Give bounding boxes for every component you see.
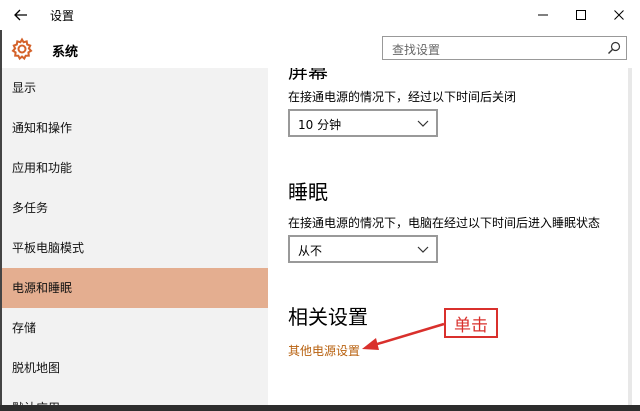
dropdown-value: 从不	[298, 244, 323, 258]
sidebar-item-label: 平板电脑模式	[12, 241, 85, 255]
sidebar-item-storage[interactable]: 存储	[0, 308, 268, 348]
click-annotation: 单击	[444, 308, 498, 338]
sidebar-item-display[interactable]: 显示	[0, 68, 268, 108]
close-button[interactable]	[604, 2, 634, 28]
sleep-heading: 睡眠	[288, 180, 328, 204]
content-pane: 屏幕 在接通电源的情况下，经过以下时间后关闭 10 分钟 睡眠 在接通电源的情况…	[268, 68, 628, 405]
maximize-button[interactable]	[566, 2, 596, 28]
annotation-label: 单击	[454, 315, 488, 336]
minimize-button[interactable]	[528, 2, 558, 28]
additional-power-settings-link[interactable]: 其他电源设置	[288, 342, 360, 359]
back-arrow-icon	[14, 9, 27, 21]
search-input[interactable]: 查找设置	[382, 36, 627, 60]
sidebar-item-label: 存储	[12, 321, 37, 335]
gear-icon	[11, 37, 33, 61]
sidebar-item-power-sleep[interactable]: 电源和睡眠	[0, 268, 268, 308]
window-border	[0, 30, 2, 411]
window-title: 设置	[50, 9, 75, 23]
sidebar-item-tablet-mode[interactable]: 平板电脑模式	[0, 228, 268, 268]
sidebar-item-label: 电源和睡眠	[12, 281, 73, 295]
scrollbar[interactable]	[628, 68, 632, 405]
close-icon	[614, 10, 624, 20]
minimize-icon	[538, 14, 548, 16]
maximize-icon	[576, 10, 586, 20]
sidebar-item-label: 通知和操作	[12, 121, 73, 135]
sleep-description: 在接通电源的情况下，电脑在经过以下时间后进入睡眠状态	[288, 216, 601, 230]
back-button[interactable]	[6, 2, 36, 28]
screen-description: 在接通电源的情况下，经过以下时间后关闭	[288, 90, 517, 104]
chevron-down-icon	[417, 246, 429, 253]
sidebar-item-offline-maps[interactable]: 脱机地图	[0, 348, 268, 388]
sidebar-item-label: 多任务	[12, 201, 49, 215]
related-settings-heading: 相关设置	[288, 305, 368, 329]
title-bar: 设置	[0, 0, 640, 30]
annotation-arrow-icon	[362, 322, 445, 350]
sidebar-nav: 显示 通知和操作 应用和功能 多任务 平板电脑模式 电源和睡眠 存储 脱机地图 …	[0, 68, 268, 411]
sidebar-item-apps[interactable]: 应用和功能	[0, 148, 268, 188]
sidebar-item-label: 显示	[12, 81, 37, 95]
app-name: 系统	[52, 45, 79, 60]
sidebar-item-label: 应用和功能	[12, 161, 73, 175]
header-bar: 系统 查找设置	[0, 30, 640, 68]
screen-timeout-dropdown[interactable]: 10 分钟	[288, 109, 438, 137]
screen-heading: 屏幕	[288, 68, 328, 83]
chevron-down-icon	[417, 120, 429, 127]
sleep-timeout-dropdown[interactable]: 从不	[288, 235, 438, 263]
sidebar-item-multitasking[interactable]: 多任务	[0, 188, 268, 228]
search-icon[interactable]	[607, 41, 621, 55]
window-border	[0, 405, 640, 411]
search-placeholder: 查找设置	[392, 43, 441, 57]
sidebar-item-notifications[interactable]: 通知和操作	[0, 108, 268, 148]
settings-window: 设置 系统 查找设置 显示 通知和操作 应用和功能 多任务 平板电脑模式 电源和…	[0, 0, 640, 411]
sidebar-item-label: 脱机地图	[12, 361, 61, 375]
dropdown-value: 10 分钟	[298, 118, 342, 132]
